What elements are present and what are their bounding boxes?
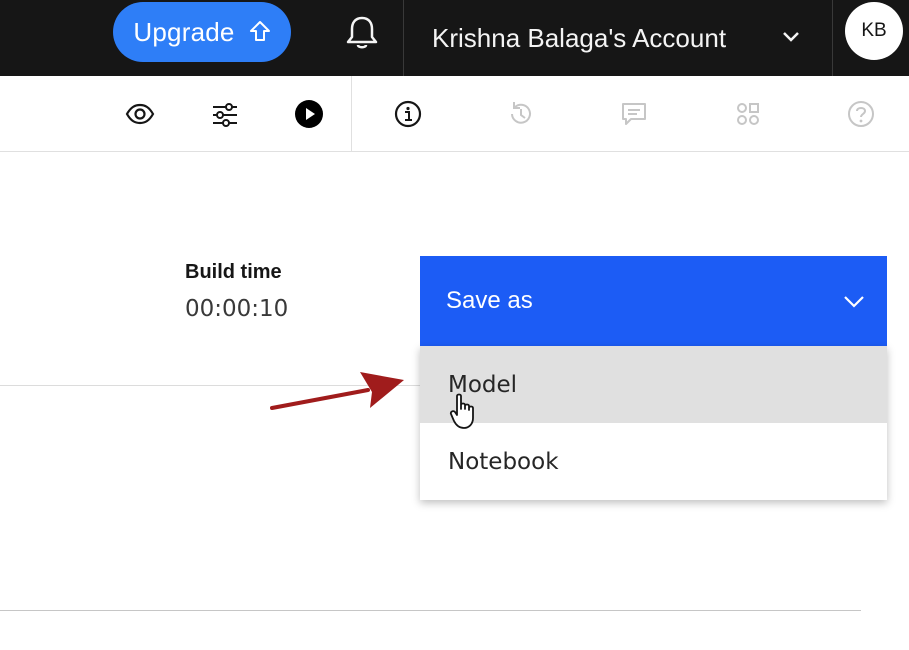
annotation-arrow-icon bbox=[270, 372, 404, 410]
account-switcher[interactable]: Krishna Balaga's Account bbox=[404, 0, 832, 76]
build-time-value: 00:00:10 bbox=[185, 296, 289, 322]
upgrade-button[interactable]: Upgrade bbox=[113, 2, 291, 62]
play-icon[interactable] bbox=[291, 96, 327, 132]
chevron-down-icon bbox=[844, 296, 864, 308]
avatar[interactable]: KB bbox=[845, 2, 903, 60]
chevron-down-icon bbox=[783, 32, 799, 42]
upgrade-label: Upgrade bbox=[133, 16, 235, 47]
eye-icon[interactable] bbox=[122, 96, 158, 132]
info-icon[interactable] bbox=[390, 96, 426, 132]
top-header: Upgrade Krishna Balaga's Account KB bbox=[0, 0, 909, 76]
history-icon[interactable] bbox=[503, 96, 539, 132]
help-icon[interactable] bbox=[843, 96, 879, 132]
hand-cursor-icon bbox=[449, 393, 474, 429]
toolbar-divider bbox=[351, 76, 352, 152]
account-name: Krishna Balaga's Account bbox=[432, 22, 727, 53]
save-as-dropdown[interactable]: Save as bbox=[420, 256, 887, 346]
bell-icon[interactable] bbox=[342, 12, 382, 52]
toolbar bbox=[0, 76, 909, 152]
menu-item-model[interactable]: Model bbox=[420, 346, 887, 423]
sliders-icon[interactable] bbox=[207, 96, 243, 132]
arrow-up-icon bbox=[249, 21, 270, 41]
shapes-icon[interactable] bbox=[730, 96, 766, 132]
header-divider bbox=[832, 0, 833, 76]
save-as-menu: Model Notebook bbox=[420, 346, 887, 500]
divider bbox=[0, 610, 861, 611]
build-time-label: Build time bbox=[185, 261, 282, 283]
save-as-label: Save as bbox=[446, 287, 533, 314]
menu-item-notebook[interactable]: Notebook bbox=[420, 423, 887, 500]
comment-icon[interactable] bbox=[616, 96, 652, 132]
